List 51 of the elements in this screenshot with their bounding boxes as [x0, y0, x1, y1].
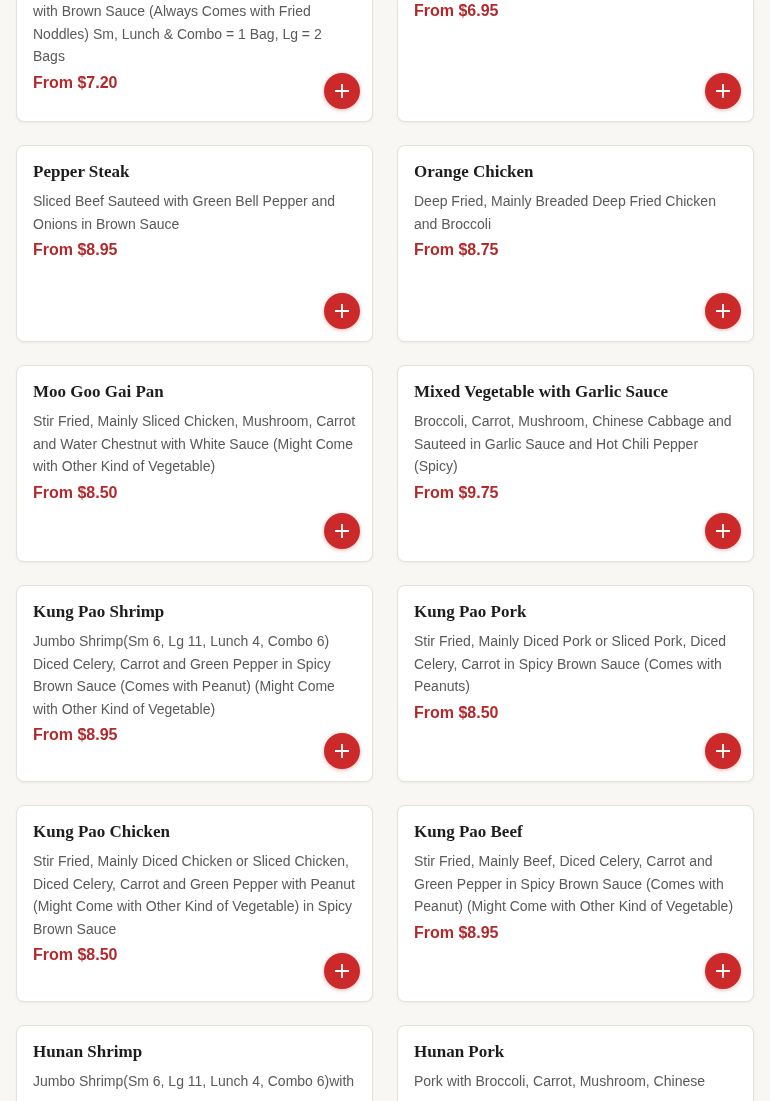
add-button[interactable]	[324, 513, 360, 549]
add-button[interactable]	[324, 733, 360, 769]
dish-description: with Brown Sauce (Always Comes with Fried Noddles) Sm, Lunch & Combo = 1 Bag, Lg = 2 Bags	[33, 2, 323, 66]
dish-title: Kung Pao Pork	[414, 602, 528, 622]
dish-price: From $8.95	[33, 725, 118, 745]
plus-icon	[335, 84, 349, 98]
dish-description: Pork with Broccoli, Carrot, Mushroom, Chinese	[414, 1072, 706, 1091]
dish-price: From $8.95	[33, 240, 118, 260]
dish-price: From $8.50	[414, 702, 499, 723]
plus-icon	[335, 744, 349, 758]
plus-icon	[716, 84, 730, 98]
add-button[interactable]	[705, 953, 741, 989]
dish-price: From $8.75	[414, 240, 499, 260]
add-button[interactable]	[705, 73, 741, 109]
dish-description: Stir Fried, Mainly Sliced Chicken, Mushroom, Carrot and Water Chestnut with White Sauce (Might Come with Other Kind of Vegetable)	[33, 412, 356, 476]
dish-description: Stir Fried, Mainly Diced Chicken or Sliced Chicken, Diced Celery, Carrot and Green Pepper with Peanut (Might Come with Other Kind of Vegetable) in Spicy Brown Sauce	[33, 852, 356, 939]
dish-description: Jumbo Shrimp(Sm 6, Lg 11, Lunch 4, Combo 6) Diced Celery, Carrot and Green Pepper in Spicy Brown Sauce (Comes with Peanut) (Might Come with Other Kind of Vegetable)	[33, 632, 336, 719]
add-button[interactable]	[324, 73, 360, 109]
plus-icon	[335, 304, 349, 318]
dish-price: From $8.95	[414, 922, 499, 943]
dish-description: Stir Fried, Mainly Beef, Diced Celery, Carrot and Green Pepper in Spicy Brown Sauce (Comes with Peanut) (Might Come with Other Kind of Vegetable)	[414, 852, 735, 916]
plus-icon	[716, 964, 730, 978]
dish-description: Broccoli, Carrot, Mushroom, Chinese Cabbage and Sauteed in Garlic Sauce and Hot Chili Pepper (Spicy)	[414, 412, 733, 476]
dish-price: From $8.50	[33, 482, 118, 503]
dish-price: From $7.20	[33, 72, 118, 93]
add-button[interactable]	[705, 733, 741, 769]
plus-icon	[335, 964, 349, 978]
add-button[interactable]	[324, 293, 360, 329]
dish-title: Kung Pao Chicken	[33, 822, 171, 842]
dish-description: Jumbo Shrimp(Sm 6, Lg 11, Lunch 4, Combo 6)with	[33, 1072, 356, 1091]
plus-icon	[716, 524, 730, 538]
plus-icon	[716, 304, 730, 318]
dish-title: Hunan Shrimp	[33, 1042, 144, 1062]
dish-price: From $8.50	[33, 945, 118, 965]
dish-title: Moo Goo Gai Pan	[33, 382, 165, 402]
plus-icon	[716, 744, 730, 758]
dish-title: Kung Pao Shrimp	[33, 602, 166, 622]
dish-description: Sliced Beef Sauteed with Green Bell Pepper and Onions in Brown Sauce	[33, 192, 336, 234]
plus-icon	[335, 524, 349, 538]
dish-price: From $9.75	[414, 482, 499, 503]
dish-title: Orange Chicken	[414, 162, 535, 182]
dish-price: From $6.95	[414, 1, 499, 21]
dish-title: Kung Pao Beef	[414, 822, 524, 842]
dish-title: Hunan Pork	[414, 1042, 506, 1062]
dish-title: Pepper Steak	[33, 162, 131, 182]
dish-description: Stir Fried, Mainly Diced Pork or Sliced Pork, Diced Celery, Carrot in Spicy Brown Sauce (Comes with Peanuts)	[414, 632, 727, 696]
add-button[interactable]	[324, 953, 360, 989]
dish-title: Mixed Vegetable with Garlic Sauce	[414, 382, 670, 402]
add-button[interactable]	[705, 293, 741, 329]
add-button[interactable]	[705, 513, 741, 549]
dish-description: Deep Fried, Mainly Breaded Deep Fried Chicken and Broccoli	[414, 192, 717, 234]
